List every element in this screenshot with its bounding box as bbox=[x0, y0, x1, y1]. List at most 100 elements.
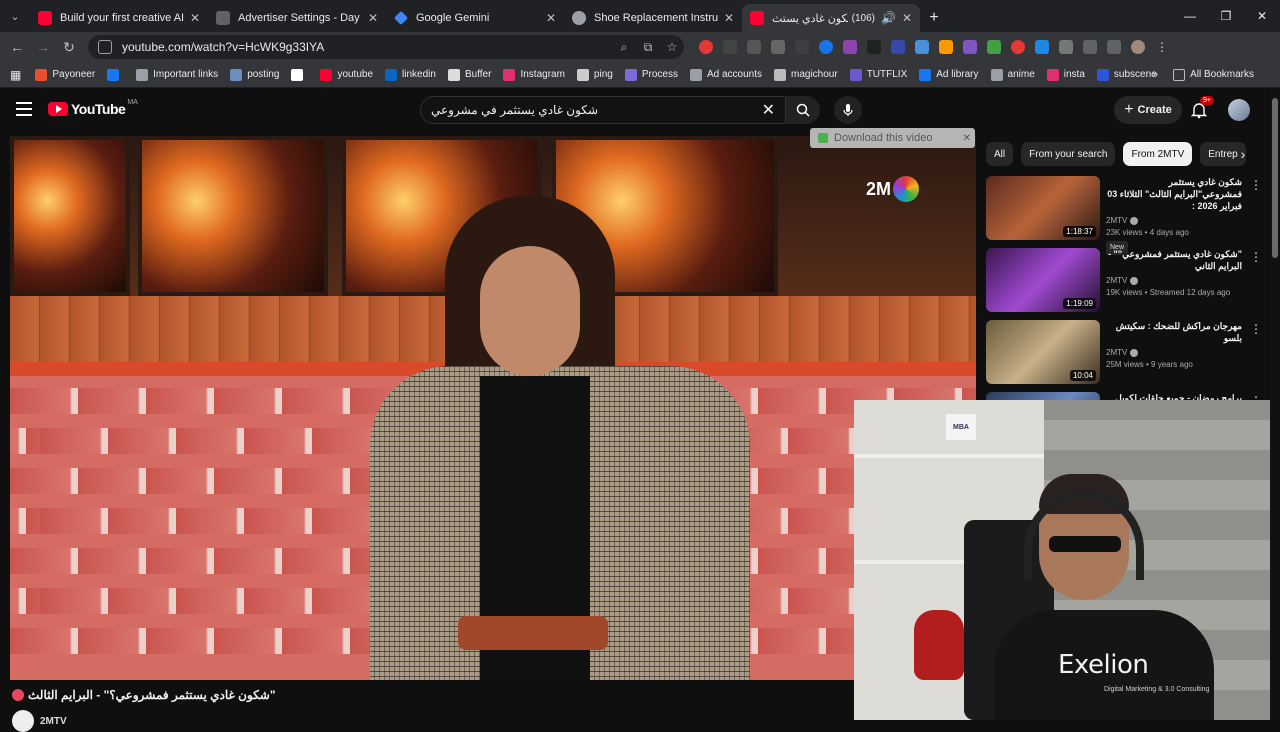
bookmarks-overflow-icon[interactable]: » bbox=[1152, 69, 1158, 80]
back-button[interactable]: ← bbox=[4, 34, 30, 60]
bird-extension-icon[interactable] bbox=[963, 40, 977, 54]
forward-button[interactable]: → bbox=[30, 34, 56, 60]
speaker-icon[interactable]: 🔊 bbox=[881, 11, 896, 25]
video-thumbnail[interactable] bbox=[986, 392, 1100, 400]
address-bar[interactable]: youtube.com/watch?v=HcWK9g33IYA ⌕ ⧉ ☆ bbox=[88, 35, 684, 59]
bookmark-item[interactable]: youtube bbox=[320, 68, 373, 81]
all-bookmarks[interactable]: All Bookmarks bbox=[1173, 68, 1254, 81]
account-avatar[interactable] bbox=[1228, 99, 1250, 121]
bookmark-item[interactable]: Instagram bbox=[503, 68, 565, 81]
recommendation-item[interactable]: 10:04 مهرجان مراكش للضحك : سكيتش بلسو 2MTV… bbox=[986, 320, 1266, 392]
filter-chip[interactable]: From 2MTV bbox=[1123, 142, 1193, 166]
bookmark-item[interactable]: anime bbox=[990, 68, 1035, 81]
menu-dots-icon[interactable]: ⋮ bbox=[1155, 40, 1169, 54]
notifications-button[interactable]: 9+ bbox=[1190, 96, 1214, 119]
zoom-icon[interactable]: ⌕ bbox=[612, 40, 636, 55]
bookmark-item[interactable]: Process bbox=[624, 68, 678, 81]
chevron-right-icon[interactable]: › bbox=[1232, 142, 1254, 166]
download-video-bar[interactable]: Download this video ✕ bbox=[810, 128, 975, 148]
pen-extension-icon[interactable] bbox=[1059, 40, 1073, 54]
bookmark-item[interactable] bbox=[291, 68, 308, 81]
close-icon[interactable]: ✕ bbox=[546, 11, 556, 25]
channel-name[interactable]: 2MTV bbox=[40, 716, 67, 727]
new-tab-button[interactable]: + bbox=[920, 4, 948, 32]
recommendation-title[interactable]: برامج رمضان - جميع حلقات لكويل 30 حلقة bbox=[1106, 392, 1242, 400]
search-button[interactable] bbox=[786, 96, 820, 124]
media-icon[interactable] bbox=[1107, 40, 1121, 54]
close-icon[interactable]: ✕ bbox=[368, 11, 378, 25]
recommendation-title[interactable]: مهرجان مراكش للضحك : سكيتش بلسو bbox=[1106, 320, 1242, 344]
recommendation-item[interactable]: برامج رمضان - جميع حلقات لكويل 30 حلقة⋮ bbox=[986, 392, 1266, 400]
cast-icon[interactable]: ⧉ bbox=[636, 40, 660, 55]
bookmark-item[interactable]: magichour bbox=[774, 68, 838, 81]
m-extension-icon[interactable] bbox=[915, 40, 929, 54]
bookmark-item[interactable]: posting bbox=[230, 68, 279, 81]
video-thumbnail[interactable]: 1:19:09 bbox=[986, 248, 1100, 312]
bookmark-item[interactable]: Ad library bbox=[919, 68, 979, 81]
apps-icon[interactable]: ▦ bbox=[10, 68, 21, 82]
maximize-button[interactable]: ❐ bbox=[1208, 0, 1244, 32]
puzzle-icon[interactable] bbox=[1083, 40, 1097, 54]
filter-chip[interactable]: All bbox=[986, 142, 1014, 166]
close-window-button[interactable]: ✕ bbox=[1244, 0, 1280, 32]
menu-icon[interactable] bbox=[16, 102, 32, 116]
recommendation-title[interactable]: "شكون غادي يستثمر فمشروعي"" - البرايم ال… bbox=[1106, 248, 1242, 272]
amazon-extension-icon[interactable] bbox=[939, 40, 953, 54]
close-icon[interactable]: ✕ bbox=[724, 11, 734, 25]
bookmark-item[interactable]: subscene bbox=[1096, 68, 1157, 81]
recommendation-title[interactable]: شكون غادي يستثمر فمشروعي"البرايم الثالث"… bbox=[1106, 176, 1242, 212]
camera-extension-icon[interactable] bbox=[771, 40, 785, 54]
browser-tab[interactable]: Shoe Replacement Instructions ✕ bbox=[564, 4, 742, 32]
fx-extension-icon[interactable] bbox=[723, 40, 737, 54]
clear-search-icon[interactable]: ✕ bbox=[762, 100, 775, 120]
page-scrollbar[interactable] bbox=[1270, 88, 1280, 720]
badge-extension-icon[interactable] bbox=[891, 40, 905, 54]
create-button[interactable]: + Create bbox=[1114, 96, 1182, 124]
recommendation-channel[interactable]: 2MTV bbox=[1106, 276, 1127, 285]
youtube-logo[interactable]: YouTube MA bbox=[48, 99, 138, 117]
bookmark-item[interactable]: Important links bbox=[136, 68, 218, 81]
bookmark-item[interactable]: ping bbox=[576, 68, 613, 81]
bookmark-star-icon[interactable]: ☆ bbox=[660, 40, 684, 54]
reload-button[interactable]: ↻ bbox=[56, 34, 82, 60]
more-options-icon[interactable]: ⋮ bbox=[1250, 250, 1262, 264]
leaf-extension-icon[interactable] bbox=[987, 40, 1001, 54]
bookmark-item[interactable]: Ad accounts bbox=[689, 68, 762, 81]
browser-tab[interactable]: Advertiser Settings - Day 1 Of A ✕ bbox=[208, 4, 386, 32]
bookmark-item[interactable]: Buffer bbox=[447, 68, 491, 81]
link-extension-icon[interactable] bbox=[867, 40, 881, 54]
channel-avatar[interactable] bbox=[12, 710, 34, 732]
close-icon[interactable]: ✕ bbox=[963, 133, 971, 144]
minimize-button[interactable]: — bbox=[1172, 0, 1208, 32]
recommendation-channel[interactable]: 2MTV bbox=[1106, 216, 1127, 225]
shield-extension-icon[interactable] bbox=[699, 40, 713, 54]
c-extension-icon[interactable] bbox=[819, 40, 833, 54]
bookmark-item[interactable]: insta bbox=[1046, 68, 1085, 81]
filter-chip[interactable]: From your search bbox=[1021, 142, 1116, 166]
code-extension-icon[interactable] bbox=[795, 40, 809, 54]
bookmark-item[interactable] bbox=[107, 68, 124, 81]
browser-tab[interactable]: Google Gemini ✕ bbox=[386, 4, 564, 32]
site-info-icon[interactable] bbox=[98, 40, 112, 54]
recommendation-channel[interactable]: 2MTV bbox=[1106, 348, 1127, 357]
close-icon[interactable]: ✕ bbox=[902, 11, 912, 25]
voice-search-button[interactable] bbox=[834, 96, 862, 124]
profile-avatar[interactable] bbox=[1131, 40, 1145, 54]
browser-tab-active[interactable]: شكون غادي يستث.. (106) 🔊 ✕ bbox=[742, 4, 920, 32]
browser-tab[interactable]: Build your first creative AI work ✕ bbox=[30, 4, 208, 32]
bookmark-item[interactable]: Payoneer bbox=[35, 68, 95, 81]
more-options-icon[interactable]: ⋮ bbox=[1250, 178, 1262, 192]
recommendation-item[interactable]: 1:19:09 "شكون غادي يستثمر فمشروعي"" - الب… bbox=[986, 248, 1266, 320]
channel-row[interactable]: 2MTV bbox=[12, 710, 67, 732]
recommendation-item[interactable]: 1:18:37 شكون غادي يستثمر فمشروعي"البرايم … bbox=[986, 176, 1266, 255]
video-thumbnail[interactable]: 1:18:37 bbox=[986, 176, 1100, 240]
download-extension-icon[interactable] bbox=[843, 40, 857, 54]
grid-extension-icon[interactable] bbox=[747, 40, 761, 54]
bookmark-item[interactable]: TUTFLIX bbox=[849, 68, 907, 81]
chrome-extension-icon[interactable] bbox=[1011, 40, 1025, 54]
shape-extension-icon[interactable] bbox=[1035, 40, 1049, 54]
tab-search-icon[interactable]: ⌄ bbox=[0, 0, 30, 32]
close-icon[interactable]: ✕ bbox=[190, 11, 200, 25]
bookmark-item[interactable]: linkedin bbox=[385, 68, 436, 81]
video-player[interactable]: 2M bbox=[10, 136, 976, 680]
